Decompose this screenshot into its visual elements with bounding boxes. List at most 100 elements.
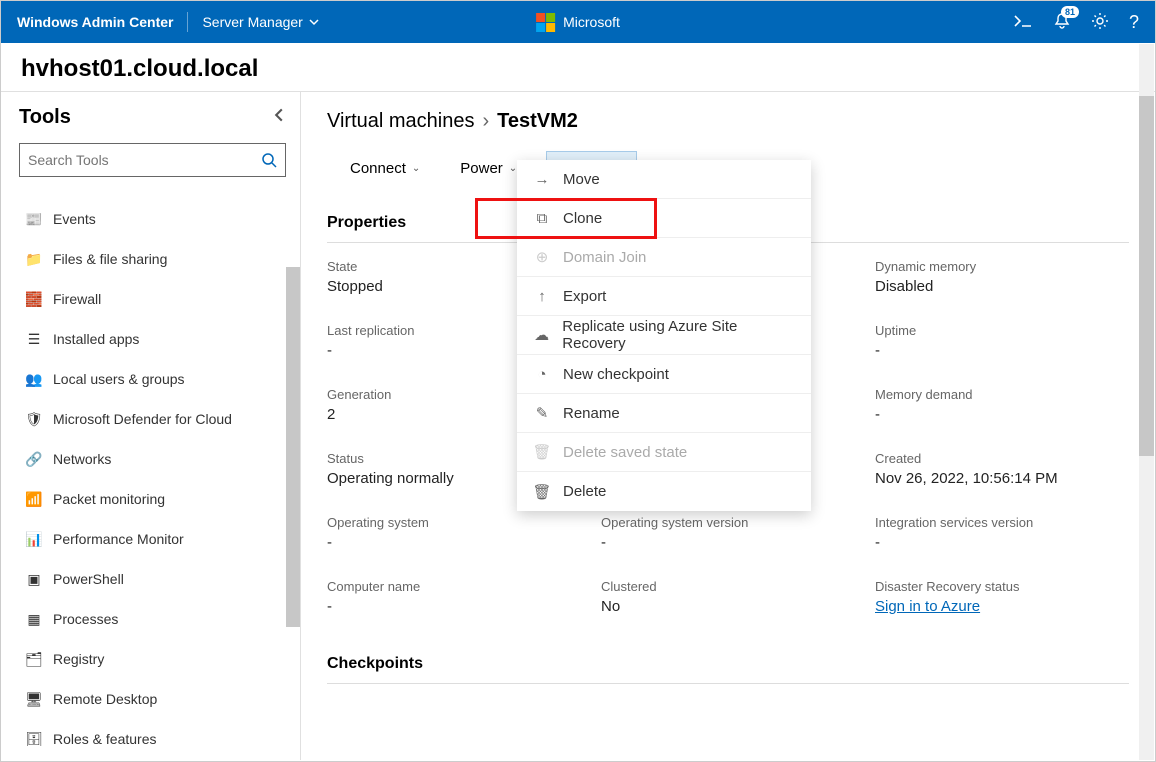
checkpoints-section: Checkpoints: [327, 655, 1129, 684]
ms-label: Microsoft: [563, 14, 620, 30]
tool-icon: 📶: [25, 490, 43, 508]
menu-item-delete[interactable]: 🗑Delete: [517, 472, 811, 511]
sidebar-item-firewall[interactable]: 🧱 Firewall: [19, 279, 290, 319]
tool-label: Roles & features: [53, 731, 157, 746]
brand-label[interactable]: Windows Admin Center: [17, 14, 173, 30]
menu-item-delete-saved-state: 🗑Delete saved state: [517, 433, 811, 472]
menu-label: Domain Join: [563, 249, 646, 266]
tool-icon: 🗂: [25, 650, 43, 668]
menu-icon: →: [533, 171, 551, 188]
prop-label: Uptime: [875, 323, 1129, 338]
prop-clustered: Clustered No: [601, 579, 855, 615]
menu-label: Delete saved state: [563, 444, 687, 461]
sidebar-item-packet-monitoring[interactable]: 📶Packet monitoring: [19, 479, 290, 519]
prop-compname: Computer name -: [327, 579, 581, 615]
sidebar-item-remote-desktop[interactable]: 🖥 Remote Desktop: [19, 679, 290, 719]
prop-value: -: [875, 406, 1129, 423]
prop-value[interactable]: Sign in to Azure: [875, 598, 1129, 615]
chevron-down-icon: ⌄: [412, 163, 420, 174]
microsoft-logo-icon: [536, 13, 555, 32]
menu-icon: ⧉: [533, 210, 551, 227]
help-icon[interactable]: ?: [1129, 12, 1139, 33]
prop-value: Nov 26, 2022, 10:56:14 PM: [875, 470, 1129, 487]
prop-dynmem: Dynamic memoryDisabled: [875, 259, 1129, 295]
prop-label: Clustered: [601, 579, 855, 594]
breadcrumb-current: TestVM2: [497, 110, 578, 133]
sidebar-item-events[interactable]: 📰Events: [19, 199, 290, 239]
sidebar-title: Tools: [19, 106, 71, 129]
sidebar-item-registry[interactable]: 🗂 Registry: [19, 639, 290, 679]
settings-icon[interactable]: [1091, 12, 1109, 33]
prop-os: Operating system-: [327, 515, 581, 551]
sidebar-item-performance-monitor[interactable]: 📊 Performance Monitor: [19, 519, 290, 559]
collapse-icon[interactable]: [272, 108, 286, 127]
prop-label: Operating system: [327, 515, 581, 530]
sidebar-item-devices[interactable]: 💻Devices: [19, 187, 290, 199]
outer-scrollbar[interactable]: [1139, 44, 1154, 760]
tool-label: Remote Desktop: [53, 691, 157, 707]
prop-label: Memory demand: [875, 387, 1129, 402]
tool-icon: 🖥: [25, 690, 43, 708]
context-label: Server Manager: [202, 14, 302, 30]
menu-item-domain-join: ⊕ Domain Join: [517, 238, 811, 277]
menu-icon: ⊕: [533, 248, 551, 266]
prop-value: No: [601, 598, 855, 615]
top-bar: Windows Admin Center Server Manager Micr…: [1, 1, 1155, 43]
sidebar-item-files-file-sharing[interactable]: 📁Files & file sharing: [19, 239, 290, 279]
prop-label: Created: [875, 451, 1129, 466]
menu-item-export[interactable]: ↑Export: [517, 277, 811, 316]
sidebar-item-roles-features[interactable]: 🗄 Roles & features: [19, 719, 290, 746]
prop-value: -: [875, 534, 1129, 551]
search-input-wrap[interactable]: [19, 143, 286, 177]
tool-icon: 🗄: [25, 730, 43, 746]
tool-icon: 📊: [25, 530, 43, 548]
notification-badge: 81: [1061, 6, 1079, 18]
checkpoints-heading: Checkpoints: [327, 655, 1129, 673]
tool-label: Firewall: [53, 291, 101, 307]
notifications-icon[interactable]: 81: [1053, 12, 1071, 33]
tool-label: Performance Monitor: [53, 531, 184, 547]
prop-label: Dynamic memory: [875, 259, 1129, 274]
menu-item-clone[interactable]: ⧉Clone: [517, 199, 811, 238]
sidebar-item-powershell[interactable]: ▣PowerShell: [19, 559, 290, 599]
prop-value: -: [875, 342, 1129, 359]
host-title: hvhost01.cloud.local: [21, 55, 1135, 83]
connect-button[interactable]: Connect⌄: [339, 151, 431, 186]
context-dropdown[interactable]: Server Manager: [202, 14, 318, 30]
prop-value: -: [601, 534, 855, 551]
tool-icon: 🧱: [25, 290, 43, 308]
sidebar-scrollbar[interactable]: [286, 267, 300, 627]
sidebar-item-installed-apps[interactable]: ☰Installed apps: [19, 319, 290, 359]
menu-label: New checkpoint: [563, 366, 669, 383]
tool-label: Files & file sharing: [53, 251, 167, 267]
tool-icon: 💻: [25, 187, 43, 188]
prop-label: Disaster Recovery status: [875, 579, 1129, 594]
prop-label: Computer name: [327, 579, 581, 594]
menu-item-move[interactable]: →Move: [517, 160, 811, 199]
ms-brand[interactable]: Microsoft: [536, 13, 620, 32]
menu-icon: ↑: [533, 288, 551, 305]
tool-label: Microsoft Defender for Cloud: [53, 411, 232, 427]
menu-icon: ✎: [533, 404, 551, 422]
prop-value: -: [327, 598, 581, 615]
menu-item-new-checkpoint[interactable]: ◔ New checkpoint: [517, 355, 811, 394]
search-input[interactable]: [28, 152, 261, 168]
prop-created: Created Nov 26, 2022, 10:56:14 PM: [875, 451, 1129, 487]
tool-label: Local users & groups: [53, 371, 185, 387]
breadcrumb: Virtual machines › TestVM2: [327, 110, 1129, 133]
menu-item-rename[interactable]: ✎Rename: [517, 394, 811, 433]
sidebar-item-networks[interactable]: 🔗Networks: [19, 439, 290, 479]
tool-icon: 🔗: [25, 450, 43, 468]
tool-list: 💻Devices📰Events📁Files & file sharing 🧱 Fir…: [19, 187, 296, 746]
prop-uptime: Uptime -: [875, 323, 1129, 359]
tool-label: Registry: [53, 651, 104, 667]
sidebar-item-processes[interactable]: ▦Processes: [19, 599, 290, 639]
menu-icon: ◔: [533, 366, 551, 383]
sidebar-item-local-users-groups[interactable]: 👥 Local users & groups: [19, 359, 290, 399]
tool-icon: 👥: [25, 370, 43, 388]
cloudshell-icon[interactable]: [1013, 14, 1033, 31]
breadcrumb-parent[interactable]: Virtual machines: [327, 110, 474, 133]
menu-item-replicate-using-azure-site-recovery[interactable]: ☁Replicate using Azure Site Recovery: [517, 316, 811, 355]
manage-menu: →Move⧉Clone ⊕ Domain Join ↑Export☁Replicate…: [517, 160, 811, 511]
sidebar-item-microsoft-defender-for-cloud[interactable]: 🛡Microsoft Defender for Cloud: [19, 399, 290, 439]
